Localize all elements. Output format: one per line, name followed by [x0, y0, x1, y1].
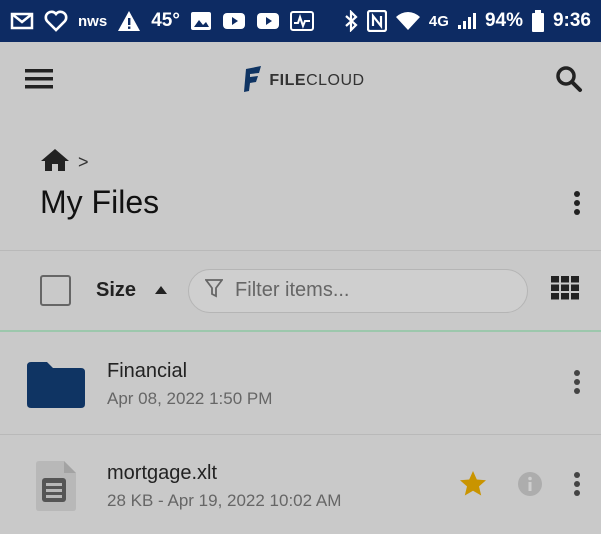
app-bar: FILECLOUD — [0, 42, 601, 120]
battery-icon — [531, 10, 545, 32]
grid-view-icon[interactable] — [551, 276, 579, 305]
warning-icon — [117, 10, 141, 32]
filter-placeholder: Filter items... — [235, 279, 350, 301]
sort-control[interactable]: Size — [96, 279, 168, 302]
files-toolbar: Size Filter items... — [0, 250, 601, 330]
breadcrumb-separator: > — [78, 152, 89, 172]
file-meta: 28 KB - Apr 19, 2022 10:02 AM — [107, 490, 342, 510]
brand-logo: FILECLOUD — [243, 65, 365, 97]
status-bar: nws 45° 4G 94% 9:36 — [0, 0, 601, 42]
heart-icon — [44, 10, 68, 32]
search-icon[interactable] — [555, 65, 583, 98]
image-icon — [190, 11, 212, 31]
more-options-icon[interactable] — [573, 471, 581, 502]
bluetooth-icon — [343, 10, 359, 32]
gmail-icon — [10, 11, 34, 31]
youtube-icon — [222, 11, 246, 31]
menu-icon[interactable] — [25, 68, 53, 95]
home-icon[interactable] — [40, 148, 70, 177]
brand-name-bold: FILE — [269, 72, 307, 89]
info-icon[interactable] — [517, 471, 543, 502]
nws-icon: nws — [78, 12, 108, 30]
folder-icon — [27, 361, 85, 408]
signal-icon — [457, 12, 477, 30]
breadcrumb: > — [40, 148, 89, 177]
select-all-checkbox[interactable] — [40, 275, 71, 306]
page-title: My Files — [40, 184, 160, 220]
network-type-text: 4G — [428, 12, 449, 30]
more-options-icon[interactable] — [573, 190, 581, 221]
nfc-icon — [366, 10, 387, 32]
brand-name-light: CLOUD — [306, 72, 365, 89]
more-options-icon[interactable] — [573, 369, 581, 400]
toolbar-divider — [0, 330, 601, 332]
file-name: mortgage.xlt — [107, 461, 218, 484]
wifi-icon — [395, 11, 421, 31]
youtube-icon — [256, 11, 280, 31]
sort-ascending-icon[interactable] — [154, 282, 168, 300]
file-meta: Apr 08, 2022 1:50 PM — [107, 389, 273, 408]
list-item[interactable]: Financial Apr 08, 2022 1:50 PM — [0, 335, 601, 435]
activity-icon — [289, 11, 314, 31]
clock-text: 9:36 — [552, 10, 591, 31]
filter-icon — [204, 278, 224, 304]
temperature-text: 45° — [151, 10, 180, 31]
file-name: Financial — [107, 360, 188, 382]
filecloud-logo-icon — [243, 65, 263, 97]
list-item[interactable]: mortgage.xlt 28 KB - Apr 19, 2022 10:02 … — [0, 436, 601, 534]
battery-percent-text: 94% — [484, 10, 523, 31]
star-icon[interactable] — [459, 470, 487, 502]
document-icon — [27, 461, 85, 511]
sort-label: Size — [96, 279, 137, 301]
filter-input[interactable]: Filter items... — [188, 268, 529, 313]
